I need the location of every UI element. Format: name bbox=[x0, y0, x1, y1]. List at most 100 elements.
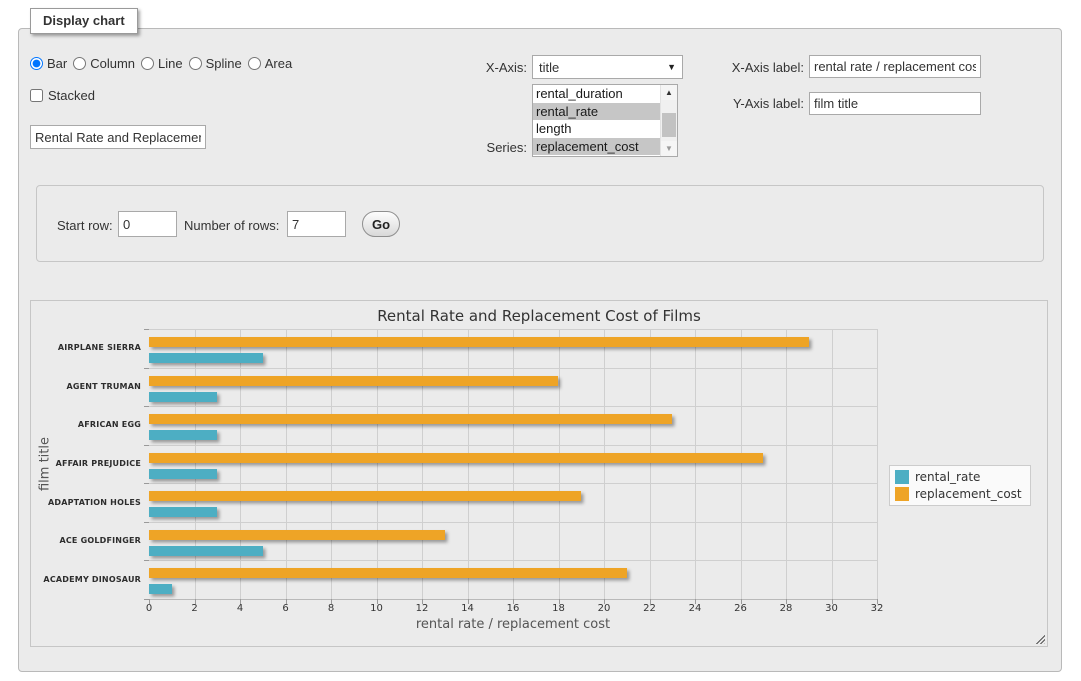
radio-column[interactable] bbox=[73, 57, 86, 70]
y-tick bbox=[144, 483, 149, 484]
category-label: AIRPLANE SIERRA bbox=[31, 343, 141, 352]
gridline bbox=[149, 329, 877, 330]
stacked-row: Stacked bbox=[30, 88, 95, 103]
x-tick-label: 8 bbox=[316, 603, 346, 614]
gridline bbox=[604, 329, 605, 599]
bar-replacement_cost bbox=[149, 453, 763, 463]
chart-type-label: Bar bbox=[47, 56, 67, 71]
y-tick bbox=[144, 406, 149, 407]
series-option-rental_rate[interactable]: rental_rate bbox=[533, 103, 660, 121]
gridline bbox=[331, 329, 332, 599]
number-of-rows-input[interactable] bbox=[287, 211, 346, 237]
x-axis-select-label: X-Axis: bbox=[448, 60, 527, 75]
gridline bbox=[240, 329, 241, 599]
chart-legend: rental_rate replacement_cost bbox=[889, 465, 1031, 506]
legend-label: replacement_cost bbox=[915, 487, 1022, 501]
x-tick-label: 12 bbox=[407, 603, 437, 614]
bar-replacement_cost bbox=[149, 568, 627, 578]
x-tick-label: 14 bbox=[453, 603, 483, 614]
x-tick-label: 16 bbox=[498, 603, 528, 614]
bar-replacement_cost bbox=[149, 376, 558, 386]
legend-label: rental_rate bbox=[915, 470, 980, 484]
x-axis-label-label: X-Axis label: bbox=[704, 60, 804, 75]
bar-rental_rate bbox=[149, 469, 217, 479]
x-tick-label: 32 bbox=[862, 603, 892, 614]
x-tick-label: 26 bbox=[726, 603, 756, 614]
bar-rental_rate bbox=[149, 507, 217, 517]
radio-line[interactable] bbox=[141, 57, 154, 70]
gridline bbox=[195, 329, 196, 599]
category-label: ADAPTATION HOLES bbox=[31, 498, 141, 507]
start-row-input[interactable] bbox=[118, 211, 177, 237]
gridline bbox=[377, 329, 378, 599]
series-scrollbar[interactable]: ▲ ▼ bbox=[660, 85, 677, 156]
x-axis-label-input[interactable] bbox=[809, 55, 981, 78]
bar-replacement_cost bbox=[149, 337, 809, 347]
bar-rental_rate bbox=[149, 392, 217, 402]
y-axis-label-input[interactable] bbox=[809, 92, 981, 115]
series-multiselect[interactable]: rental_durationrental_ratelengthreplacem… bbox=[532, 84, 678, 157]
gridline bbox=[877, 329, 878, 599]
chart-title-input[interactable] bbox=[30, 125, 206, 149]
y-tick bbox=[144, 522, 149, 523]
x-tick-label: 0 bbox=[134, 603, 164, 614]
chart-type-radio-group: Bar Column Line Spline Area bbox=[30, 56, 292, 71]
radio-bar[interactable] bbox=[30, 57, 43, 70]
gridline bbox=[741, 329, 742, 599]
gridline bbox=[695, 329, 696, 599]
chart-type-label: Area bbox=[265, 56, 292, 71]
chart-type-option-column[interactable]: Column bbox=[73, 56, 135, 71]
gridline bbox=[149, 560, 877, 561]
fieldset-legend: Display chart bbox=[30, 8, 138, 34]
bar-rental_rate bbox=[149, 353, 263, 363]
y-tick bbox=[144, 599, 149, 600]
chart-type-option-spline[interactable]: Spline bbox=[189, 56, 242, 71]
resize-handle-icon[interactable] bbox=[1034, 633, 1045, 644]
gridline bbox=[559, 329, 560, 599]
chart-type-option-bar[interactable]: Bar bbox=[30, 56, 67, 71]
scroll-down-icon[interactable]: ▼ bbox=[661, 141, 677, 156]
x-axis-select[interactable]: title ▼ bbox=[532, 55, 683, 79]
chart-type-label: Line bbox=[158, 56, 183, 71]
gridline bbox=[149, 406, 877, 407]
stacked-checkbox[interactable] bbox=[30, 89, 43, 102]
series-option-rental_duration[interactable]: rental_duration bbox=[533, 85, 660, 103]
radio-area[interactable] bbox=[248, 57, 261, 70]
gridline bbox=[149, 368, 877, 369]
chart-title: Rental Rate and Replacement Cost of Film… bbox=[31, 307, 1047, 325]
bar-rental_rate bbox=[149, 430, 217, 440]
bar-rental_rate bbox=[149, 546, 263, 556]
scrollbar-thumb[interactable] bbox=[662, 113, 676, 137]
gridline bbox=[149, 522, 877, 523]
legend-swatch bbox=[895, 470, 909, 484]
x-tick-label: 10 bbox=[362, 603, 392, 614]
x-tick-label: 18 bbox=[544, 603, 574, 614]
x-axis-title: rental rate / replacement cost bbox=[149, 617, 877, 632]
chart-type-option-line[interactable]: Line bbox=[141, 56, 183, 71]
chart-type-option-area[interactable]: Area bbox=[248, 56, 292, 71]
go-button[interactable]: Go bbox=[362, 211, 400, 237]
plot-area bbox=[149, 329, 877, 599]
chevron-down-icon: ▼ bbox=[667, 62, 676, 72]
chart-container: Rental Rate and Replacement Cost of Film… bbox=[30, 300, 1048, 647]
y-axis-label-label: Y-Axis label: bbox=[704, 96, 804, 111]
y-tick bbox=[144, 329, 149, 330]
bar-replacement_cost bbox=[149, 530, 445, 540]
radio-spline[interactable] bbox=[189, 57, 202, 70]
gridline bbox=[149, 483, 877, 484]
series-option-length[interactable]: length bbox=[533, 120, 660, 138]
x-tick-label: 28 bbox=[771, 603, 801, 614]
y-tick bbox=[144, 368, 149, 369]
gridline bbox=[786, 329, 787, 599]
series-option-replacement_cost[interactable]: replacement_cost bbox=[533, 138, 660, 156]
x-tick-label: 6 bbox=[271, 603, 301, 614]
bar-replacement_cost bbox=[149, 414, 672, 424]
category-label: AFFAIR PREJUDICE bbox=[31, 459, 141, 468]
stacked-label: Stacked bbox=[48, 88, 95, 103]
series-select-label: Series: bbox=[448, 140, 527, 155]
scroll-up-icon[interactable]: ▲ bbox=[661, 85, 677, 100]
legend-item-rental_rate[interactable]: rental_rate bbox=[895, 470, 1022, 484]
gridline bbox=[149, 445, 877, 446]
legend-item-replacement_cost[interactable]: replacement_cost bbox=[895, 487, 1022, 501]
y-tick bbox=[144, 445, 149, 446]
